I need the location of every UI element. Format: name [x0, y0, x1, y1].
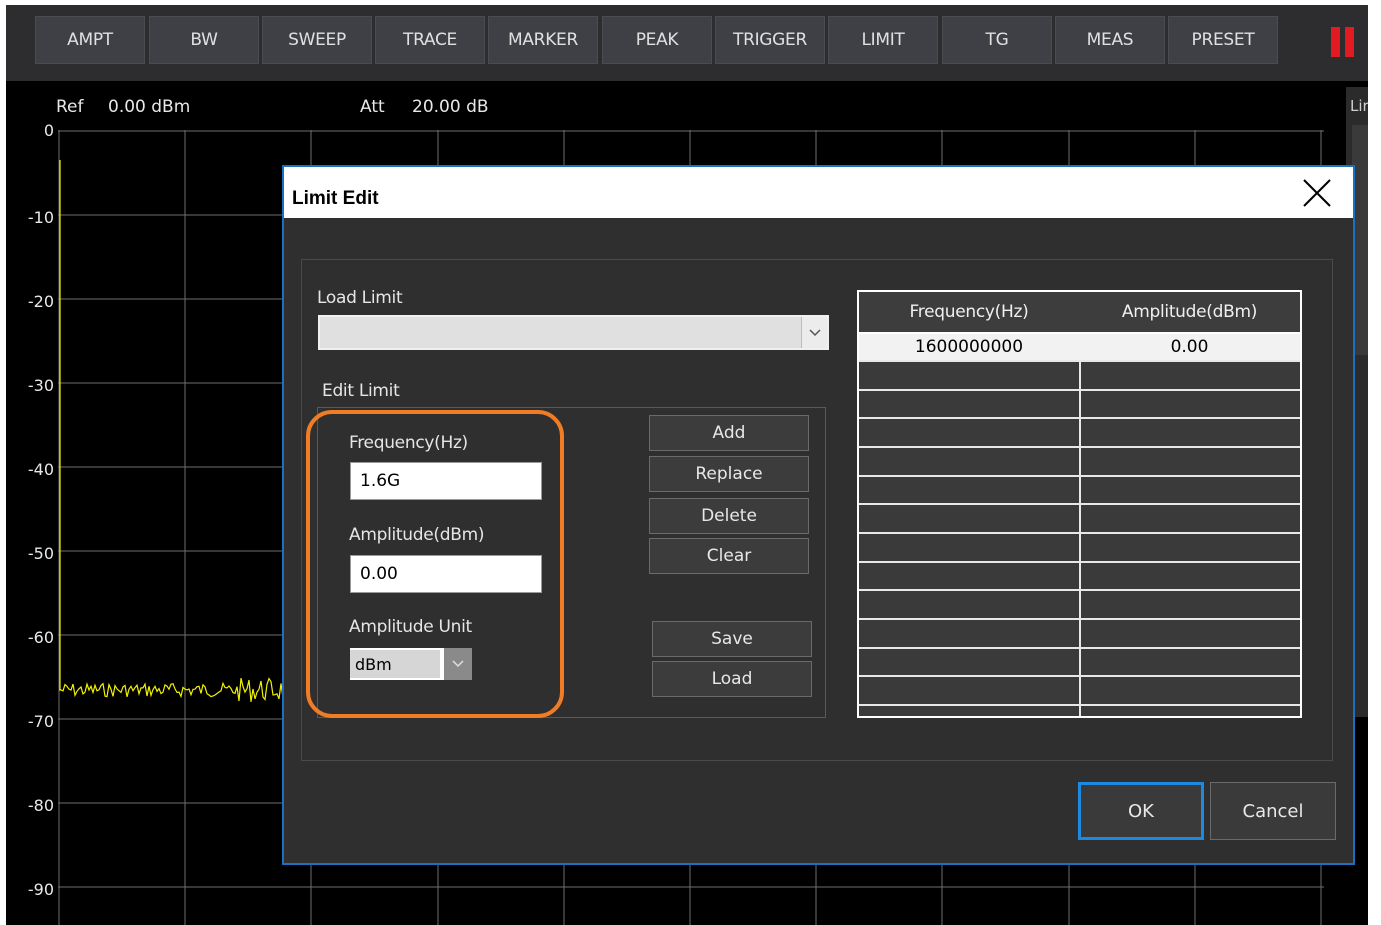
y-tick-label: -40 — [27, 460, 54, 479]
clear-button[interactable]: Clear — [649, 538, 809, 574]
edit-limit-label: Edit Limit — [322, 381, 400, 401]
column-divider — [1079, 360, 1081, 716]
column-header-amplitude[interactable]: Amplitude(dBm) — [1079, 292, 1300, 332]
att-label: Att — [360, 97, 385, 117]
cancel-button[interactable]: Cancel — [1210, 782, 1336, 840]
limit-points-table: Frequency(Hz) Amplitude(dBm) 1600000000 … — [857, 290, 1302, 718]
menu-peak-button[interactable]: PEAK — [602, 16, 712, 64]
cell-frequency: 1600000000 — [914, 337, 1024, 357]
add-button[interactable]: Add — [649, 415, 809, 451]
row-divider — [859, 532, 1300, 534]
column-header-frequency[interactable]: Frequency(Hz) — [859, 292, 1079, 332]
row-divider — [859, 503, 1300, 505]
row-divider — [859, 475, 1300, 477]
side-panel-label: Lir — [1350, 97, 1368, 115]
y-tick-label: -10 — [27, 208, 54, 227]
y-tick-label: -80 — [27, 796, 54, 815]
row-divider — [859, 704, 1300, 706]
menu-limit-button[interactable]: LIMIT — [828, 16, 938, 64]
chevron-down-icon[interactable] — [801, 317, 827, 348]
delete-button[interactable]: Delete — [649, 498, 809, 534]
menu-sweep-button[interactable]: SWEEP — [262, 16, 372, 64]
limit-edit-dialog: Limit Edit Load Limit Edit Limit Frequen… — [282, 165, 1355, 865]
att-value: 20.00 dB — [412, 97, 489, 117]
row-divider — [859, 647, 1300, 649]
table-body: Frequency(Hz) Amplitude(dBm) 1600000000 … — [859, 292, 1300, 716]
y-tick-label: -50 — [27, 544, 54, 563]
table-header: Frequency(Hz) Amplitude(dBm) — [859, 292, 1300, 334]
dialog-title-bar: Limit Edit — [284, 167, 1353, 218]
y-tick-label: -30 — [27, 376, 54, 395]
row-divider — [859, 589, 1300, 591]
row-divider — [859, 446, 1300, 448]
menu-bw-button[interactable]: BW — [149, 16, 259, 64]
cell-amplitude: 0.00 — [1170, 337, 1209, 357]
menu-marker-button[interactable]: MARKER — [488, 16, 598, 64]
ref-label: Ref — [56, 97, 84, 117]
menu-trace-button[interactable]: TRACE — [375, 16, 485, 64]
load-limit-dropdown[interactable] — [318, 315, 829, 350]
save-button[interactable]: Save — [652, 621, 812, 657]
replace-button[interactable]: Replace — [649, 456, 809, 492]
menu-meas-button[interactable]: MEAS — [1055, 16, 1165, 64]
menu-tg-button[interactable]: TG — [942, 16, 1052, 64]
close-icon[interactable] — [1301, 177, 1333, 209]
menu-trigger-button[interactable]: TRIGGER — [715, 16, 825, 64]
row-divider — [859, 417, 1300, 419]
row-divider — [859, 675, 1300, 677]
ok-button[interactable]: OK — [1078, 782, 1204, 840]
row-divider — [859, 618, 1300, 620]
spectrum-trace — [59, 160, 290, 702]
y-tick-label: -60 — [27, 628, 54, 647]
row-divider — [859, 360, 1300, 362]
menu-preset-button[interactable]: PRESET — [1168, 16, 1278, 64]
load-limit-label: Load Limit — [317, 288, 403, 308]
row-divider — [859, 389, 1300, 391]
y-tick-label: 0 — [43, 121, 54, 140]
load-button[interactable]: Load — [652, 661, 812, 697]
ref-value: 0.00 dBm — [108, 97, 191, 117]
row-divider — [859, 561, 1300, 563]
menu-ampt-button[interactable]: AMPT — [35, 16, 145, 64]
y-tick-label: -90 — [27, 880, 54, 899]
y-tick-label: -20 — [27, 292, 54, 311]
table-row[interactable]: 1600000000 0.00 — [859, 334, 1300, 360]
top-menu-bar: AMPT BW SWEEP TRACE MARKER PEAK TRIGGER … — [6, 5, 1368, 81]
pause-icon[interactable] — [1331, 27, 1357, 57]
y-tick-label: -70 — [27, 712, 54, 731]
edit-fields-highlight — [306, 410, 564, 718]
dialog-title: Limit Edit — [292, 188, 379, 209]
